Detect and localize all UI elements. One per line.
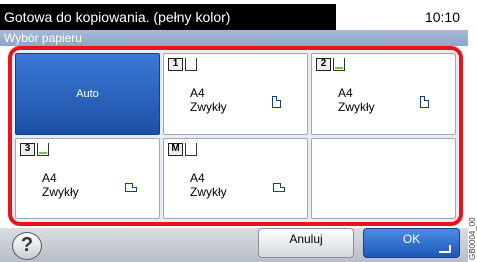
status-time: 10:10 xyxy=(424,9,460,25)
paper-type: Zwykły xyxy=(190,100,227,114)
landscape-orientation-icon xyxy=(125,182,137,192)
paper-type: Zwykły xyxy=(338,100,375,114)
paper-source-mp-tray[interactable]: M A4 Zwykły xyxy=(163,137,308,219)
landscape-orientation-icon xyxy=(273,182,285,192)
paper-info: A4 Zwykły xyxy=(338,86,375,114)
paper-type: Zwykły xyxy=(190,184,227,199)
paper-type: Zwykły xyxy=(42,184,79,199)
ok-button[interactable]: OK xyxy=(363,228,460,258)
side-reference-code: GB0004_00 xyxy=(468,217,477,260)
paper-size: A4 xyxy=(338,86,353,100)
screen-title: Wybór papieru xyxy=(0,30,468,46)
enter-icon xyxy=(439,245,451,253)
tray-level-icon xyxy=(333,58,345,71)
cancel-button[interactable]: Anuluj xyxy=(258,228,354,258)
drawer-number: M xyxy=(168,142,183,156)
drawer-number: 1 xyxy=(168,58,183,71)
help-button[interactable]: ? xyxy=(12,232,42,260)
paper-source-grid: Auto 1 A4 Zwykły 2 A4 Zwykły 3 A4 Zwykły… xyxy=(15,53,456,219)
portrait-orientation-icon xyxy=(272,96,281,108)
drawer-3-icon: 3 xyxy=(20,142,49,156)
tray-level-icon xyxy=(37,142,49,156)
status-bar: Gotowa do kopiowania. (pełny kolor) 10:1… xyxy=(0,4,468,30)
auto-label: Auto xyxy=(76,87,99,100)
portrait-orientation-icon xyxy=(420,96,429,108)
empty-slot xyxy=(311,137,456,219)
paper-source-auto[interactable]: Auto xyxy=(15,53,160,135)
copy-paper-selection-screen: Gotowa do kopiowania. (pełny kolor) 10:1… xyxy=(0,0,468,262)
bottom-bar: ? Anuluj OK xyxy=(0,228,468,262)
drawer-number: 2 xyxy=(316,58,331,71)
paper-selection-panel: Auto 1 A4 Zwykły 2 A4 Zwykły 3 A4 Zwykły… xyxy=(8,46,463,226)
tray-level-icon xyxy=(185,58,197,71)
paper-info: A4 Zwykły xyxy=(42,171,79,199)
mp-tray-icon: M xyxy=(168,142,197,156)
paper-source-drawer-1[interactable]: 1 A4 Zwykły xyxy=(163,53,308,135)
paper-size: A4 xyxy=(190,170,205,185)
tray-level-icon xyxy=(185,142,197,156)
status-message: Gotowa do kopiowania. (pełny kolor) xyxy=(0,4,336,30)
paper-size: A4 xyxy=(42,170,57,185)
paper-source-drawer-3[interactable]: 3 A4 Zwykły xyxy=(15,137,160,219)
drawer-2-icon: 2 xyxy=(316,58,345,71)
paper-info: A4 Zwykły xyxy=(190,171,227,199)
ok-label: OK xyxy=(402,232,421,246)
paper-size: A4 xyxy=(190,86,205,100)
paper-source-drawer-2[interactable]: 2 A4 Zwykły xyxy=(311,53,456,135)
drawer-number: 3 xyxy=(20,142,35,156)
paper-info: A4 Zwykły xyxy=(190,86,227,114)
drawer-1-icon: 1 xyxy=(168,58,197,71)
